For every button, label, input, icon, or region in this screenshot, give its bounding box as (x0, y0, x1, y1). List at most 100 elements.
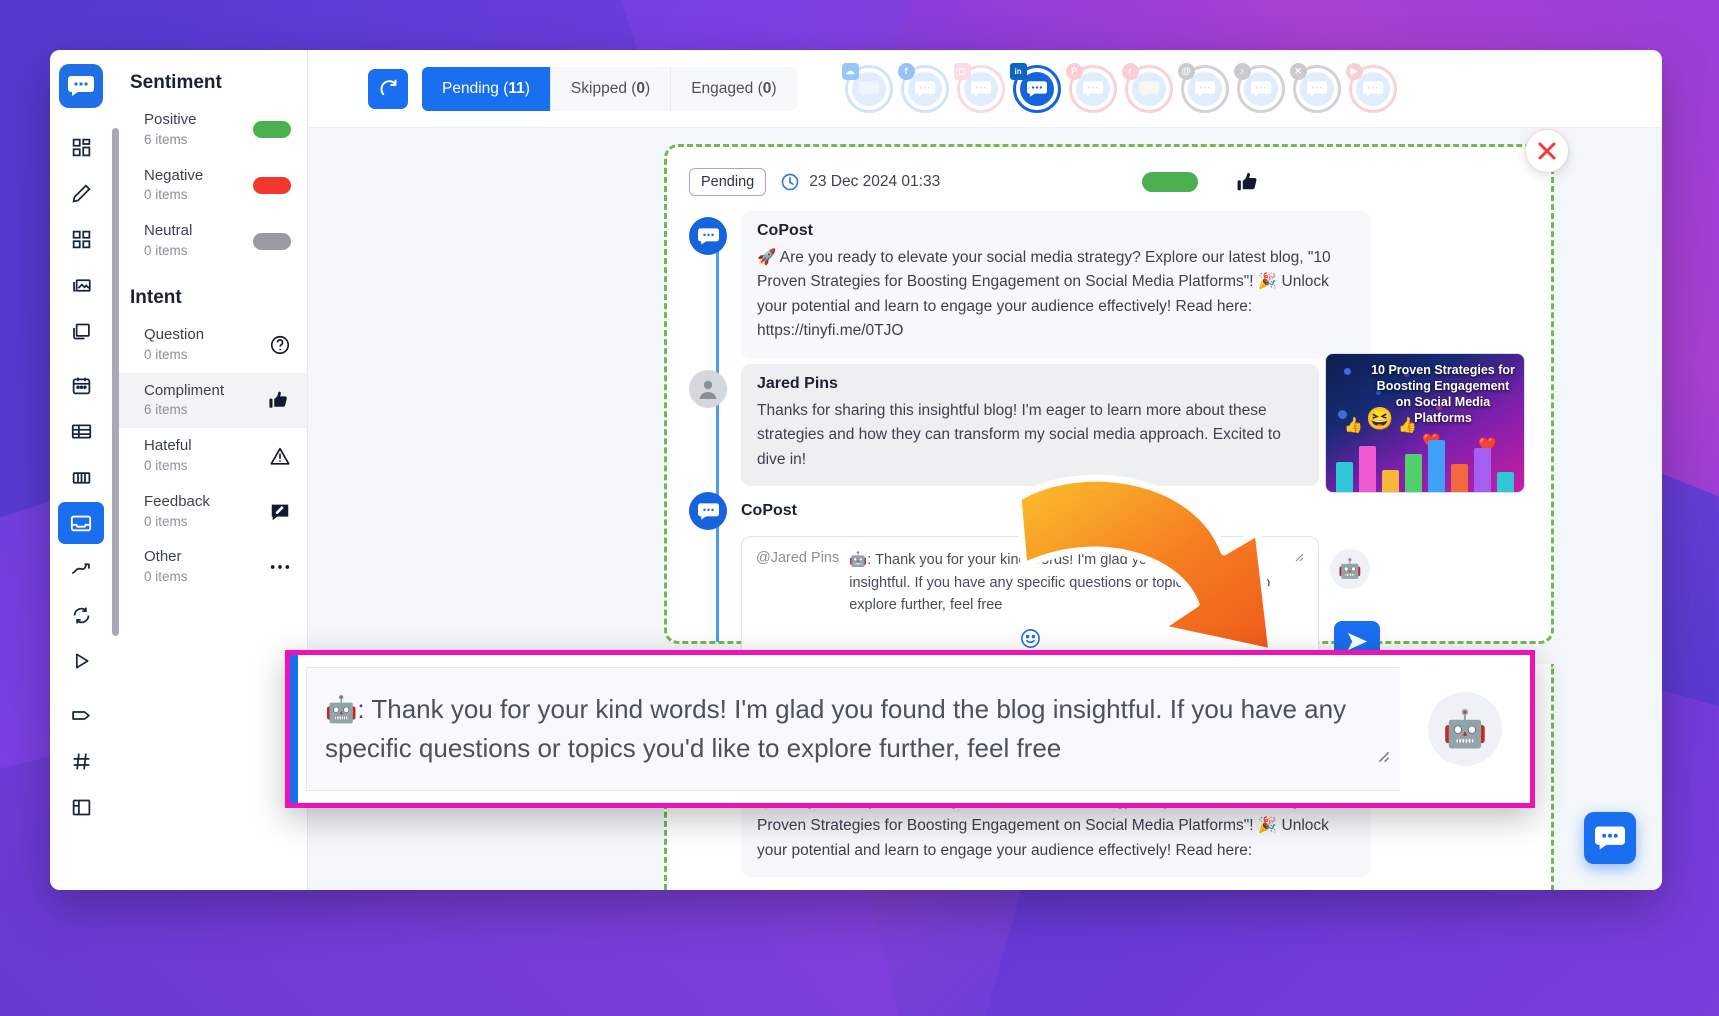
sidebar-item-apps[interactable] (58, 218, 104, 260)
sentiment-pill-neutral (253, 232, 291, 250)
tab-count: 11 (508, 79, 525, 97)
filter-count: 0 items (144, 569, 188, 585)
status-badge: Pending (689, 168, 767, 196)
account-tiktok[interactable]: ♪ (1233, 62, 1285, 113)
sidebar-item-analytics[interactable] (58, 548, 104, 590)
filter-count: 0 items (144, 346, 188, 362)
tab-count: 0 (636, 79, 646, 97)
message-text: Thanks for sharing this insightful blog!… (757, 401, 1281, 468)
filter-label: Negative (144, 166, 204, 184)
question-circle-icon (269, 334, 291, 356)
top-toolbar: Pending (11) Skipped (0) Engaged (0) ☁ f (308, 50, 1662, 128)
message-bubble: CoPost 🚀 Are you ready to elevate your s… (741, 211, 1371, 358)
filter-panel: Sentiment Positive 6 items Negative 0 it… (112, 50, 308, 890)
filter-count: 0 items (144, 243, 188, 258)
resize-handle-icon[interactable] (1292, 549, 1304, 616)
badge-facebook: f (897, 62, 915, 80)
clock-icon (781, 173, 799, 191)
sidebar-item-inbox[interactable] (58, 502, 104, 544)
filter-row-question[interactable]: Question 0 items (112, 317, 307, 373)
filter-label: Feedback (144, 492, 210, 510)
ellipsis-icon (269, 562, 291, 572)
callout-text-field[interactable]: 🤖: Thank you for your kind words! I'm gl… (306, 667, 1400, 791)
chat-bubble-icon (697, 227, 719, 245)
robot-icon: 🤖 (1442, 708, 1488, 749)
tab-engaged[interactable]: Engaged (0) (671, 66, 797, 111)
link-preview-thumbnail[interactable]: 10 Proven Strategies for Boosting Engage… (1325, 353, 1525, 493)
tab-label: Engaged (691, 79, 754, 97)
tab-pending[interactable]: Pending (11) (422, 66, 551, 111)
avatar (689, 492, 727, 531)
resize-handle-icon[interactable] (1374, 747, 1390, 768)
chat-bubble-icon (1595, 826, 1625, 850)
filter-label: Question (144, 325, 205, 343)
filter-row-positive[interactable]: Positive 6 items (112, 102, 307, 158)
sidebar-item-compose[interactable] (58, 172, 104, 214)
sidebar-item-tags[interactable] (58, 694, 104, 736)
badge-threads: @ (1177, 62, 1195, 80)
reply-compose-box[interactable]: @Jared Pins 🤖: Thank you for your kind w… (741, 536, 1380, 668)
account-instagram[interactable]: ◻ (953, 62, 1005, 113)
callout-ai-assistant-button[interactable]: 🤖 (1428, 692, 1502, 766)
sidebar-item-dashboard[interactable] (58, 126, 104, 168)
pencil-icon (72, 183, 91, 202)
trend-up-icon (72, 562, 90, 574)
connected-accounts: ☁ f ◻ in P r @ ♪ ✕ ▶ (841, 62, 1397, 113)
user-avatar-icon (699, 380, 717, 399)
filter-label: Neutral (144, 222, 193, 240)
filter-row-compliment[interactable]: Compliment 6 items (112, 372, 307, 429)
copy-icon (73, 323, 90, 339)
sidebar-item-hashtags[interactable] (58, 740, 104, 782)
card-sentiment-pill (1142, 172, 1199, 192)
account-threads[interactable]: @ (1177, 62, 1229, 113)
filter-row-hateful[interactable]: Hateful 0 items (112, 428, 307, 484)
sidebar-item-calendar[interactable] (58, 364, 104, 406)
account-x[interactable]: ✕ (1289, 62, 1341, 113)
account-youtube[interactable]: ▶ (1345, 62, 1397, 113)
filter-count: 0 items (144, 457, 188, 473)
account-facebook[interactable]: f (897, 62, 949, 113)
tab-skipped[interactable]: Skipped (0) (550, 66, 672, 111)
account-reddit[interactable]: r (1121, 62, 1173, 113)
sidebar-item-table[interactable] (58, 410, 104, 452)
reply-input[interactable]: 🤖: Thank you for your kind words! I'm gl… (849, 549, 1282, 616)
chat-launcher-button[interactable] (1584, 812, 1636, 864)
account-linkedin[interactable]: in (1009, 62, 1061, 113)
account-pinterest[interactable]: P (1065, 62, 1117, 113)
refresh-button[interactable] (368, 68, 408, 109)
callout-accent-bar (290, 655, 298, 803)
callout-text: 🤖: Thank you for your kind words! I'm gl… (325, 694, 1347, 763)
callout-overlay: 🤖: Thank you for your kind words! I'm gl… (285, 650, 1535, 808)
avatar (689, 217, 727, 255)
grid-icon (72, 138, 90, 156)
filter-panel-scrollbar[interactable] (112, 128, 119, 636)
chat-bubble-icon (68, 76, 94, 96)
sentiment-heading: Sentiment (130, 72, 222, 93)
filter-count: 6 items (144, 402, 188, 418)
sidebar-item-columns[interactable] (58, 456, 104, 498)
badge-instagram: ◻ (953, 62, 971, 80)
app-logo[interactable] (59, 64, 103, 108)
filter-label: Hateful (144, 437, 192, 455)
close-card-button[interactable] (1525, 129, 1569, 173)
filter-row-negative[interactable]: Negative 0 items (112, 158, 307, 214)
avatar (689, 369, 727, 408)
filter-row-feedback[interactable]: Feedback 0 items (112, 484, 307, 540)
sidebar-item-play[interactable] (58, 640, 104, 682)
badge-linkedin: in (1009, 62, 1027, 80)
filter-row-other[interactable]: Other 0 items (112, 539, 307, 595)
card-timestamp: 23 Dec 2024 01:33 (780, 172, 940, 192)
inbox-icon (70, 515, 92, 532)
sidebar-item-library[interactable] (58, 310, 104, 352)
hash-icon (73, 753, 89, 769)
message-author: CoPost (757, 222, 813, 239)
message-text: 🚀 Are you ready to elevate your social m… (757, 249, 1331, 340)
tab-count: 0 (762, 79, 772, 97)
sidebar-item-media[interactable] (58, 264, 104, 306)
ai-assistant-button[interactable]: 🤖 (1330, 549, 1370, 590)
sidebar-item-sync[interactable] (58, 594, 104, 636)
filter-row-neutral[interactable]: Neutral 0 items (112, 213, 307, 269)
account-bluesky[interactable]: ☁ (841, 62, 893, 113)
reply-mention: @Jared Pins (756, 550, 840, 567)
sidebar-item-layout[interactable] (58, 786, 104, 828)
